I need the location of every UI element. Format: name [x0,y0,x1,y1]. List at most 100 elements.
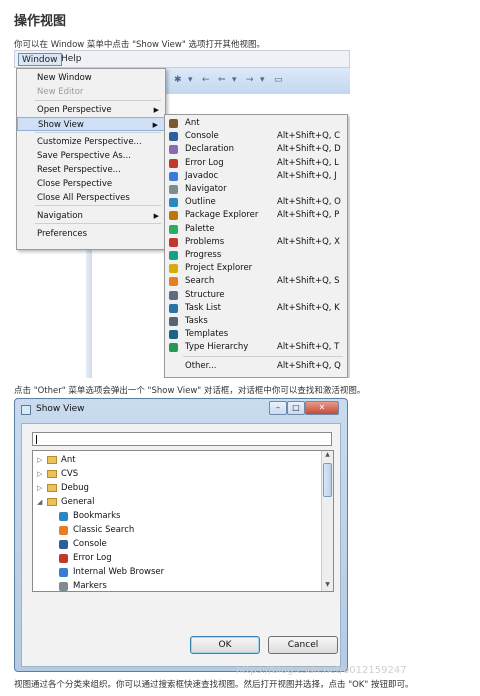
menu-item-label: Show View [38,120,84,130]
submenu-arrow-icon: ▶ [152,121,158,129]
ant-icon [169,119,178,128]
window-menu[interactable]: Window [18,53,62,66]
show-view-item-javadoc[interactable]: Javadoc Alt+Shift+Q, J [165,170,347,183]
minimize-button[interactable]: – [269,401,287,415]
search-icon [169,277,178,287]
show-view-item-declaration[interactable]: Declaration Alt+Shift+Q, D [165,143,347,156]
window-dropdown-menu: New Window New Editor Open Perspective ▶ Sho… [16,68,166,250]
shortcut-label: Alt+Shift+Q, K [277,302,340,313]
menu-item-label: Save Perspective As... [37,151,131,161]
collapsed-arrow-icon[interactable]: ▷ [37,468,42,481]
menu-item-navigation[interactable]: Navigation ▶ [17,209,165,223]
menu-item-save-perspective-as[interactable]: Save Perspective As... [17,149,165,163]
dialog-body: ▲ ▼ ▷ Ant ▷ CVS ▷ Debug ◢ General Bookmarks Class… [21,423,341,667]
menu-separator [35,205,161,206]
menu-item-show-view[interactable]: Show View ▶ [17,117,165,131]
show-view-item-type-hierarchy[interactable]: Type Hierarchy Alt+Shift+Q, T [165,341,347,354]
collapsed-arrow-icon[interactable]: ▷ [37,454,42,467]
tree-item-label: Console [73,539,107,549]
menu-item-customize-perspective[interactable]: Customize Perspective... [17,135,165,149]
show-view-item-templates[interactable]: Templates [165,328,347,341]
show-view-item-problems[interactable]: Problems Alt+Shift+Q, X [165,236,347,249]
show-view-item-label: Progress [185,250,222,260]
show-view-item-label: Ant [185,118,200,128]
chevron-down-icon[interactable]: ▾ [188,75,193,85]
show-view-item-label: Problems [185,236,225,247]
page-heading: 操作视图 [14,14,67,29]
folder-icon [47,484,57,492]
ok-button[interactable]: OK [190,636,260,654]
markers-icon [59,582,68,591]
folder-icon [47,456,57,464]
show-view-item-label: Project Explorer [185,263,253,274]
menu-item-close-perspective[interactable]: Close Perspective [17,177,165,191]
forward-arrow-icon[interactable]: → [246,75,254,85]
scrollbar-thumb[interactable] [323,463,332,497]
show-view-item-label: Declaration [185,144,235,155]
chevron-down-icon[interactable]: ▾ [260,75,265,85]
declaration-icon [169,145,178,155]
show-view-item-error-log[interactable]: Error Log Alt+Shift+Q, L [165,157,347,170]
toolbar: ✱ ▾ ← ⇐ ▾ → ▾ ▭ [166,68,350,94]
task-list-icon [169,303,178,313]
scroll-down-icon[interactable]: ▼ [322,581,333,591]
watermark: https://blog.csdn.net/u012159247 [236,665,407,676]
show-view-item-console[interactable]: Console Alt+Shift+Q, C [165,130,347,143]
show-view-item-label: Console [185,131,219,142]
show-view-item-label: Templates [185,329,229,340]
show-view-dialog: Show View – □ ✕ ▲ ▼ ▷ Ant ▷ CVS ▷ Debug ◢ Gener… [14,398,348,672]
view-menu-icon[interactable]: ▭ [274,75,283,85]
collapsed-arrow-icon[interactable]: ▷ [37,482,42,495]
show-view-item-navigator[interactable]: Navigator [165,183,347,196]
web-browser-icon [59,568,68,577]
show-view-item-package-explorer[interactable]: Package Explorer Alt+Shift+Q, P [165,209,347,222]
maximize-button[interactable]: □ [287,401,305,415]
search-icon [59,526,68,535]
problems-icon [169,237,178,247]
menu-item-reset-perspective[interactable]: Reset Perspective... [17,163,165,177]
menu-item-label: New Editor [37,87,84,97]
show-view-item-label: Tasks [185,316,208,326]
menu-item-close-all-perspectives[interactable]: Close All Perspectives [17,191,165,205]
window-icon [21,405,31,415]
scroll-up-icon[interactable]: ▲ [322,451,333,461]
history-back-icon[interactable]: ⇐ [218,75,226,85]
chevron-down-icon[interactable]: ▾ [232,75,237,85]
show-view-item-structure[interactable]: Structure [165,289,347,302]
toolbar-icon[interactable]: ✱ [174,75,182,85]
menu-item-new-window[interactable]: New Window [17,71,165,85]
show-view-item-outline[interactable]: Outline Alt+Shift+Q, O [165,196,347,209]
show-view-item-ant[interactable]: Ant [165,117,347,130]
back-arrow-icon[interactable]: ← [202,75,210,85]
tree-item-label: Markers [73,581,107,591]
console-icon [169,132,178,142]
show-view-item-progress[interactable]: Progress [165,249,347,262]
expanded-arrow-icon[interactable]: ◢ [37,496,42,509]
console-icon [59,540,68,549]
vertical-scrollbar[interactable]: ▲ ▼ [321,451,333,591]
show-view-item-palette[interactable]: Palette [165,223,347,236]
show-view-item-other[interactable]: Other... Alt+Shift+Q, Q [165,360,347,373]
show-view-item-project-explorer[interactable]: Project Explorer [165,262,347,275]
show-view-item-search[interactable]: Search Alt+Shift+Q, S [165,275,347,288]
shortcut-label: Alt+Shift+Q, Q [277,360,341,371]
menu-item-preferences[interactable]: Preferences [17,227,165,241]
view-tree[interactable]: ▲ ▼ ▷ Ant ▷ CVS ▷ Debug ◢ General Bookmarks Class… [32,450,334,592]
menu-separator [35,100,161,101]
filter-input[interactable] [32,432,332,446]
help-menu[interactable]: Help [58,53,85,66]
show-view-item-label: Type Hierarchy [185,342,249,353]
type-hierarchy-icon [169,343,178,353]
show-view-item-label: Search [185,276,215,287]
show-view-item-tasks[interactable]: Tasks [165,315,347,328]
folder-icon [47,470,57,478]
menu-item-open-perspective[interactable]: Open Perspective ▶ [17,103,165,117]
close-button[interactable]: ✕ [305,401,339,415]
cancel-button[interactable]: Cancel [268,636,338,654]
package-explorer-icon [169,211,178,221]
show-view-item-task-list[interactable]: Task List Alt+Shift+Q, K [165,302,347,315]
tree-item-label: CVS [61,469,79,479]
show-view-item-label: Javadoc [185,170,219,181]
menu-separator [183,356,343,358]
menu-separator [35,223,161,224]
